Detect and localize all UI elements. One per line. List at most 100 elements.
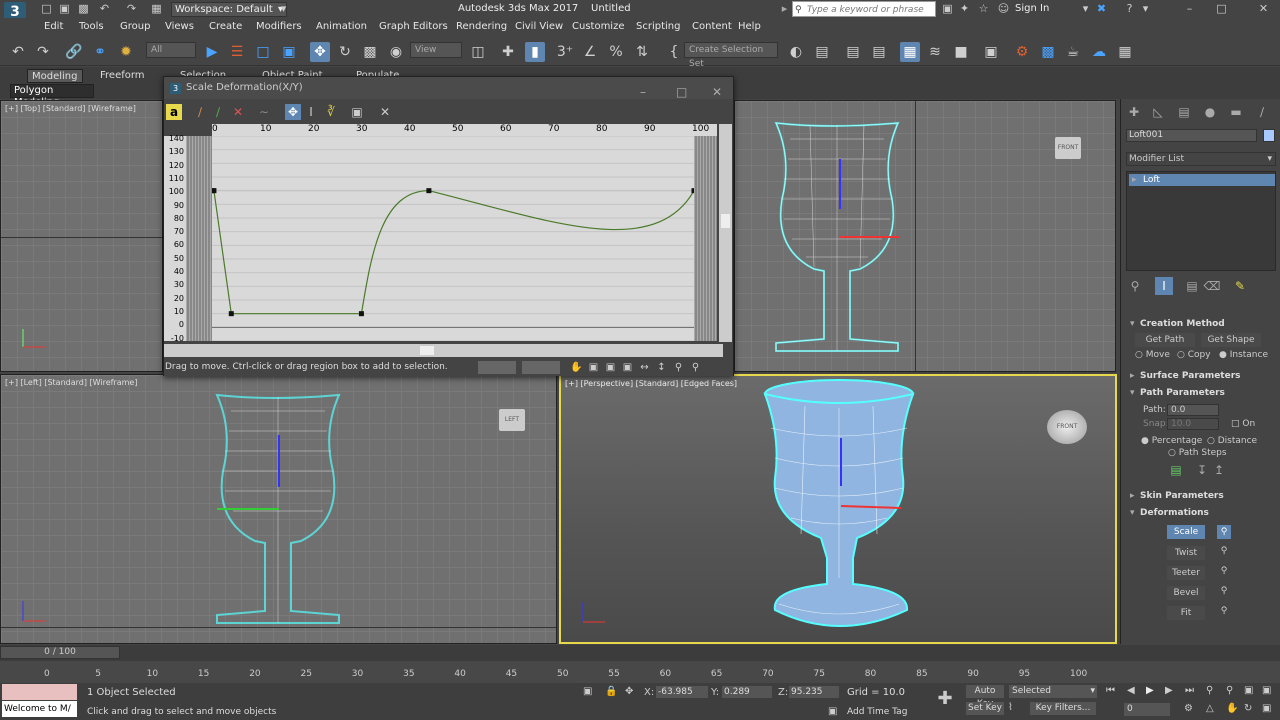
next-frame-icon[interactable]: ▶ [1165, 685, 1173, 696]
scrollbar-thumb[interactable] [721, 214, 730, 228]
menu-group[interactable]: Group [120, 21, 150, 32]
zoom-extents-all-icon[interactable]: ▣ [1262, 685, 1271, 696]
control-point[interactable] [228, 311, 234, 317]
modify-tab-icon[interactable]: ◺ [1149, 103, 1167, 121]
display-xy-axes-icon[interactable]: ✕ [230, 104, 246, 120]
percent-snap-icon[interactable]: % [606, 42, 626, 62]
help-icon[interactable]: ? [1122, 2, 1137, 16]
utilities-tab-icon[interactable]: ∕ [1253, 103, 1271, 121]
undo-icon[interactable]: ↶ [98, 3, 111, 15]
percentage-radio[interactable]: ● Percentage [1141, 436, 1202, 446]
minimize-icon[interactable]: – [1182, 2, 1197, 16]
delete-control-point-icon[interactable]: ▣ [349, 104, 365, 120]
show-end-result-icon[interactable]: I [1155, 277, 1173, 295]
zoom-all-icon[interactable]: ⚲ [1226, 685, 1233, 696]
move-control-point-icon[interactable]: ✥ [285, 104, 301, 120]
chevron-down-icon[interactable]: ▾ [1138, 2, 1153, 16]
select-rotate-icon[interactable]: ↻ [335, 42, 355, 62]
subscription-icon[interactable]: ✦ [957, 2, 972, 16]
snap-3d-icon[interactable]: 3⁺ [555, 42, 575, 62]
control-point[interactable] [691, 188, 697, 194]
viewcube-left[interactable]: LEFT [499, 409, 525, 431]
material-editor-icon[interactable]: ▣ [981, 42, 1001, 62]
viewport-left[interactable]: [+] [Left] [Standard] [Wireframe] LEFT [0, 374, 557, 644]
modifier-list-dropdown[interactable]: Modifier List ▾ [1126, 152, 1276, 166]
time-tag-icon[interactable]: ▣ [828, 706, 837, 717]
absolute-mode-icon[interactable]: ✥ [625, 686, 633, 697]
viewport-label[interactable]: [+] [Left] [Standard] [Wireframe] [5, 378, 137, 387]
path-steps-radio[interactable]: ○ Path Steps [1168, 448, 1227, 458]
viewport-perspective[interactable]: [+] [Perspective] [Standard] [Edged Face… [559, 374, 1117, 644]
zoom-extents-icon[interactable]: ▣ [1244, 685, 1253, 696]
select-scale-icon[interactable]: ▩ [360, 42, 380, 62]
create-tab-icon[interactable]: ✚ [1125, 103, 1143, 121]
instance-radio[interactable]: ● Instance [1219, 350, 1268, 360]
scale-toggle-icon[interactable]: ⚲ [1217, 525, 1231, 539]
toggle-layer-explorer-icon[interactable]: ▤ [869, 42, 889, 62]
select-move-icon[interactable]: ✥ [310, 42, 330, 62]
menu-create[interactable]: Create [209, 21, 242, 32]
exchange-icon[interactable]: ✖ [1094, 2, 1109, 16]
menu-tools[interactable]: Tools [79, 21, 104, 32]
a360-gallery-icon[interactable]: ▦ [1115, 42, 1135, 62]
remove-modifier-icon[interactable]: ⌫ [1203, 277, 1221, 295]
bind-space-warp-icon[interactable]: ✹ [116, 42, 136, 62]
zoom-vertical-icon[interactable]: ↕ [654, 361, 669, 374]
menu-rendering[interactable]: Rendering [456, 21, 507, 32]
point-x-field[interactable] [478, 361, 516, 374]
time-configuration-icon[interactable]: ⚙ [1184, 703, 1193, 714]
maxscript-listener-field[interactable] [2, 684, 77, 700]
curve-editor-icon[interactable]: ≋ [925, 42, 945, 62]
link-icon[interactable]: 🔗 [64, 42, 84, 62]
window-crossing-icon[interactable]: ▣ [279, 42, 299, 62]
graph-plot-area[interactable] [209, 135, 697, 342]
menu-animation[interactable]: Animation [316, 21, 367, 32]
display-x-axis-icon[interactable]: ∕ [192, 104, 208, 120]
snap-spinner[interactable]: 10.0 [1167, 418, 1219, 430]
named-selection-dropdown[interactable]: Create Selection Set [684, 42, 778, 69]
zoom-vertical-extents-icon[interactable]: ▣ [620, 361, 635, 374]
control-point[interactable] [358, 311, 364, 317]
toggle-scene-explorer-icon[interactable]: ▤ [843, 42, 863, 62]
zoom-icon[interactable]: ⚲ [671, 361, 686, 374]
vertical-scrollbar[interactable] [719, 124, 732, 342]
mirror-icon[interactable]: ◐ [786, 42, 806, 62]
menu-graph-editors[interactable]: Graph Editors [379, 21, 448, 32]
bevel-deformation-button[interactable]: Bevel [1167, 586, 1205, 600]
user-icon[interactable]: ☺ [996, 2, 1011, 16]
reset-curve-icon[interactable]: ✕ [377, 104, 393, 120]
hierarchy-tab-icon[interactable]: ▤ [1175, 103, 1193, 121]
control-point[interactable] [426, 188, 432, 194]
pan-icon[interactable]: ✋ [569, 361, 584, 374]
align-icon[interactable]: ▤ [812, 42, 832, 62]
maxscript-mini-listener[interactable]: Welcome to M/ [2, 701, 77, 717]
scale-control-point-icon[interactable]: I [303, 104, 319, 120]
scale-deformation-button[interactable]: Scale [1167, 525, 1205, 539]
pivot-center-icon[interactable]: ◫ [468, 42, 488, 62]
new-file-icon[interactable]: □ [40, 3, 53, 15]
selection-lock-icon[interactable]: 🔒 [605, 686, 617, 697]
save-icon[interactable]: ▩ [77, 3, 90, 15]
select-by-name-icon[interactable]: ☰ [227, 42, 247, 62]
rollout-surface-parameters[interactable]: Surface Parameters [1126, 369, 1276, 383]
redo-icon[interactable]: ↷ [33, 42, 53, 62]
place-icon[interactable]: ◉ [386, 42, 406, 62]
unlink-icon[interactable]: ⚭ [90, 42, 110, 62]
render-in-cloud-icon[interactable]: ☁ [1089, 42, 1109, 62]
set-key-icon[interactable]: ✚ [934, 688, 956, 710]
open-file-icon[interactable]: ▣ [58, 3, 71, 15]
viewport-top[interactable]: [+] [Top] [Standard] [Wireframe] [0, 100, 163, 372]
chevron-down-icon[interactable]: ▾ [277, 3, 290, 15]
viewport-front[interactable]: FRONT [734, 100, 1116, 372]
rollout-deformations[interactable]: Deformations [1126, 506, 1276, 520]
play-icon[interactable]: ▶ [1146, 685, 1154, 696]
keyboard-shortcut-icon[interactable]: ✚ [498, 42, 518, 62]
time-slider-thumb[interactable]: 0 / 100 [0, 646, 120, 659]
motion-tab-icon[interactable]: ● [1201, 103, 1219, 121]
configure-modifier-sets-icon[interactable]: ✎ [1231, 277, 1249, 295]
menu-scripting[interactable]: Scripting [636, 21, 680, 32]
viewcube-front[interactable]: FRONT [1055, 137, 1081, 159]
auto-key-button[interactable]: Auto Key [966, 685, 1004, 709]
fit-deformation-button[interactable]: Fit [1167, 606, 1205, 620]
display-tab-icon[interactable]: ▬ [1227, 103, 1245, 121]
